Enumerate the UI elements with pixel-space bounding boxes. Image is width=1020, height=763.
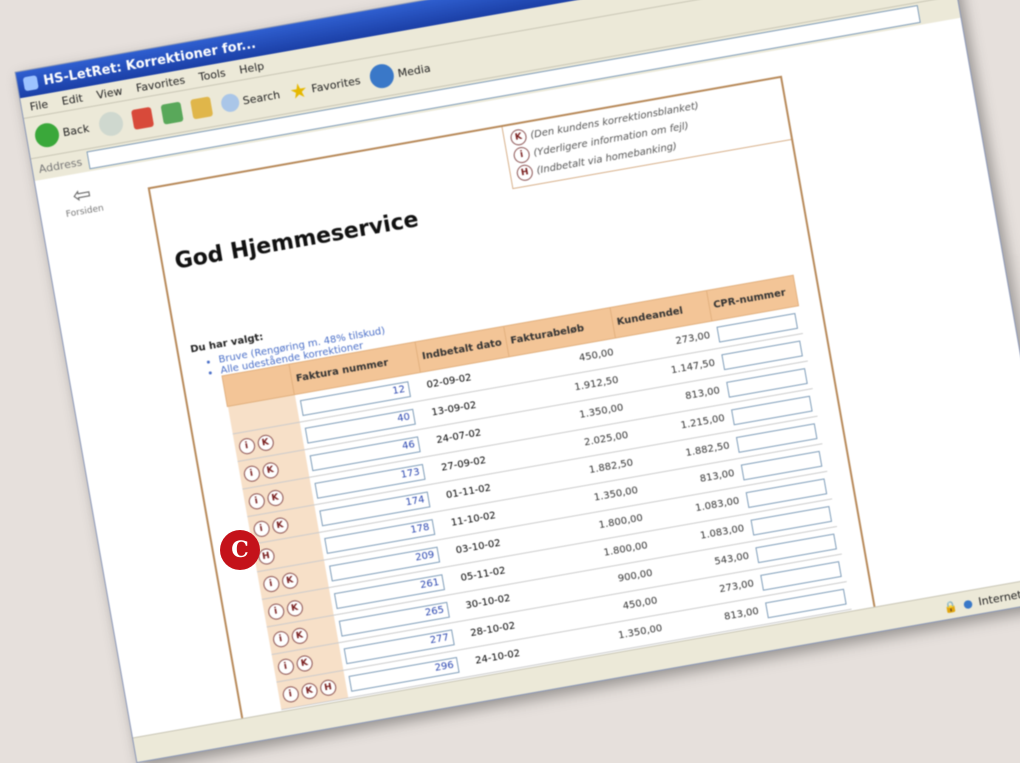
search-icon <box>219 92 241 114</box>
info-icon[interactable]: i <box>251 519 271 538</box>
form-icon[interactable]: K <box>295 653 314 673</box>
form-icon[interactable]: K <box>285 598 304 618</box>
menu-view[interactable]: View <box>95 84 123 101</box>
info-icon[interactable]: i <box>237 436 256 456</box>
page-title: God Hjemmeservice <box>172 207 421 275</box>
menu-edit[interactable]: Edit <box>61 91 84 108</box>
stop-icon[interactable] <box>130 106 154 130</box>
lock-icon: 🔒 <box>942 598 959 615</box>
homebanking-icon: H <box>515 163 535 183</box>
zone-label: Internet <box>977 587 1020 608</box>
form-icon[interactable]: K <box>299 681 319 700</box>
form-icon[interactable]: K <box>265 488 285 507</box>
home-icon[interactable] <box>189 96 213 120</box>
back-arrow-icon <box>33 121 61 150</box>
info-icon[interactable]: i <box>280 684 300 704</box>
info-icon[interactable]: i <box>276 657 295 676</box>
homebanking-icon[interactable]: H <box>318 677 338 697</box>
forward-button[interactable] <box>96 110 125 138</box>
media-button[interactable]: Media <box>368 56 432 91</box>
info-icon[interactable]: i <box>242 464 261 483</box>
back-nav-link[interactable]: ⇦ Forsiden <box>51 180 116 222</box>
form-icon[interactable]: K <box>280 571 299 590</box>
form-icon[interactable]: K <box>256 433 275 452</box>
info-icon[interactable]: i <box>246 491 266 511</box>
icon-legend: K (Den kundens korrektionsblanket) i (Yd… <box>501 77 792 190</box>
info-icon[interactable]: i <box>271 629 290 649</box>
browser-window: HS-LetRet: Korrektioner for... File Edit… <box>14 0 1020 763</box>
favorites-button[interactable]: ★ Favorites <box>287 68 363 105</box>
menu-file[interactable]: File <box>29 97 49 113</box>
form-icon: K <box>509 128 528 147</box>
back-button[interactable]: Back <box>33 116 91 150</box>
address-label: Address <box>37 155 84 176</box>
form-icon[interactable]: K <box>270 515 290 535</box>
globe-icon: ● <box>961 596 974 611</box>
star-icon: ★ <box>287 77 310 105</box>
ie-icon <box>22 75 39 92</box>
form-icon[interactable]: K <box>290 626 309 645</box>
refresh-icon[interactable] <box>160 101 184 125</box>
info-icon: i <box>512 145 531 165</box>
media-icon <box>368 62 396 91</box>
callout-marker: C <box>220 530 260 570</box>
menu-tools[interactable]: Tools <box>198 66 227 84</box>
form-icon[interactable]: K <box>260 460 280 480</box>
info-icon[interactable]: i <box>261 574 281 593</box>
info-icon[interactable]: i <box>266 601 285 621</box>
search-button[interactable]: Search <box>219 85 281 114</box>
menu-help[interactable]: Help <box>238 59 265 76</box>
